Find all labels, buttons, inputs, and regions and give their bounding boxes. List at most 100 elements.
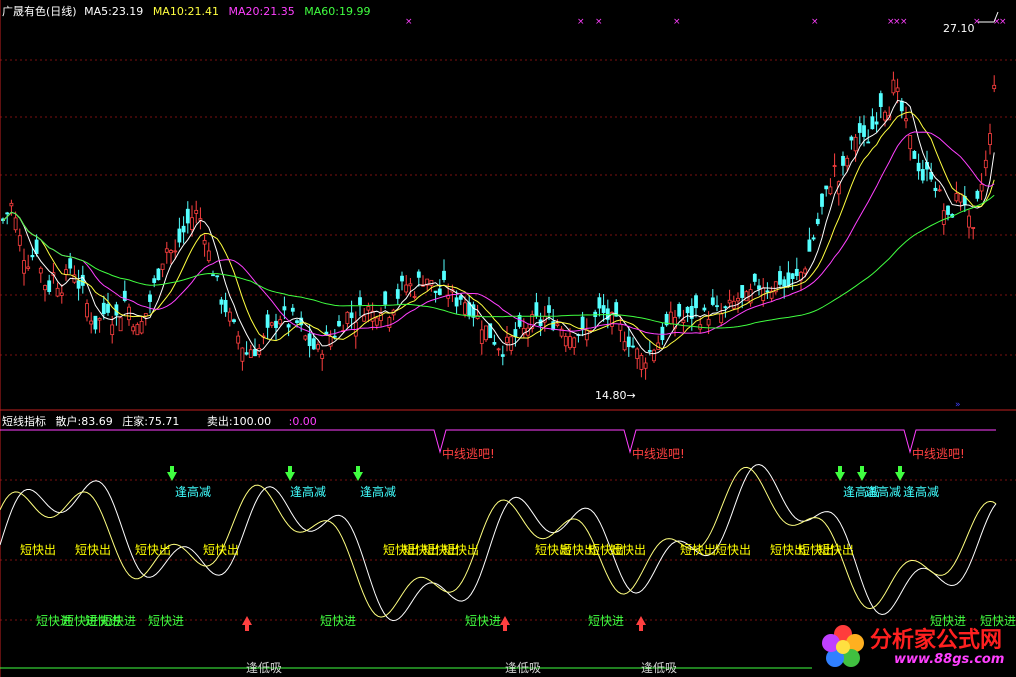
stock-chart[interactable]: × × × × × ×× × × ×× » — [0, 0, 1016, 677]
candle-body — [601, 305, 606, 313]
candle-body — [744, 291, 749, 302]
flower-logo-icon — [822, 625, 864, 667]
candle-body — [719, 313, 724, 324]
candle-body — [694, 295, 698, 309]
candle-body — [580, 316, 585, 331]
candle-body — [295, 320, 299, 323]
candle-body — [278, 319, 283, 325]
candle-body — [631, 345, 635, 348]
candle-body — [736, 297, 740, 302]
candle-body — [895, 87, 900, 93]
quick-out-signal: 短快出 — [75, 543, 112, 557]
candle-body — [555, 323, 560, 326]
escape-signal: 中线逃吧! — [632, 447, 685, 461]
candle-body — [706, 318, 711, 326]
candle-body — [93, 315, 98, 330]
candle-body — [891, 79, 896, 94]
quick-out-signal: 短快出 — [135, 543, 172, 557]
ma5-value: MA5:23.19 — [84, 5, 144, 18]
top-reduce-signal: 逢高减 — [865, 485, 902, 499]
candle-body — [227, 311, 232, 322]
quick-out-signal: 短快出 — [20, 543, 57, 557]
candle-body — [164, 248, 169, 253]
candle-body — [400, 275, 404, 282]
candle-body — [248, 349, 253, 358]
scroll-indicator-icon[interactable]: » — [955, 400, 961, 410]
candle-body — [727, 299, 732, 304]
candle-body — [883, 111, 887, 121]
candle-body — [307, 333, 312, 347]
candle-body — [509, 336, 514, 351]
candle-body — [143, 313, 148, 317]
high-price-label: 27.10 — [943, 22, 975, 35]
candle-body — [660, 326, 665, 341]
candlestick-series[interactable] — [1, 71, 997, 380]
candle-body — [43, 285, 47, 291]
down-arrow-icon — [353, 466, 363, 481]
candle-body — [68, 258, 73, 269]
candle-body — [160, 263, 165, 270]
candle-body — [765, 290, 770, 293]
candle-body — [38, 267, 43, 274]
candle-body — [156, 268, 161, 281]
candle-body — [807, 239, 812, 252]
candle-body — [979, 183, 984, 192]
candle-body — [824, 185, 829, 190]
candle-body — [572, 337, 577, 348]
candle-body — [832, 165, 837, 167]
candle-body — [139, 320, 144, 334]
candle-body — [685, 306, 690, 314]
quick-out-signal: 短快出 — [818, 543, 855, 557]
quick-in-signal: 短快进 — [100, 614, 137, 628]
candle-body — [967, 215, 971, 228]
candle-body — [517, 315, 522, 327]
zero-value: :0.00 — [288, 415, 317, 428]
candle-body — [320, 353, 325, 359]
candle-body — [786, 272, 791, 287]
candle-body — [17, 235, 22, 246]
ma5-line — [2, 99, 995, 355]
candle-body — [47, 280, 52, 292]
candle-body — [463, 302, 467, 315]
candle-body — [740, 285, 745, 298]
ma20-value: MA20:21.35 — [228, 5, 295, 18]
x-marker-icon: × — [577, 17, 585, 27]
candle-body — [652, 349, 656, 362]
candle-body — [820, 193, 824, 207]
candle-body — [9, 202, 14, 207]
candle-body — [790, 273, 795, 279]
ma10-line — [2, 111, 995, 350]
down-arrow-icon — [167, 466, 177, 481]
top-reduce-signal: 逢高减 — [903, 485, 940, 499]
candle-body — [916, 162, 921, 172]
candle-body — [668, 311, 673, 325]
candle-body — [702, 307, 707, 311]
candle-body — [975, 190, 980, 199]
up-arrow-icon — [242, 616, 252, 631]
candle-body — [479, 329, 484, 344]
quick-in-signal: 短快进 — [465, 614, 502, 628]
candle-body — [349, 312, 354, 319]
ma10-value: MA10:21.41 — [152, 5, 220, 18]
candle-body — [408, 283, 413, 287]
escape-signal: 中线逃吧! — [442, 447, 495, 461]
candle-body — [492, 342, 497, 345]
bottom-buy-signal: 逢低吸 — [641, 661, 678, 675]
candle-body — [618, 323, 623, 331]
candle-body — [177, 228, 182, 243]
candle-body — [534, 302, 539, 317]
candle-body — [337, 320, 341, 327]
x-marker-icon: × — [673, 17, 681, 27]
candle-body — [118, 317, 123, 332]
watermark: 分析家公式网 www.88gs.com — [818, 618, 1014, 674]
candle-body — [76, 280, 81, 289]
watermark-name: 分析家公式网 — [870, 628, 1003, 653]
candle-body — [568, 336, 572, 349]
top-reduce-signal: 逢高减 — [175, 485, 212, 499]
candle-body — [131, 326, 136, 332]
candle-body — [240, 347, 245, 362]
candle-body — [383, 291, 388, 305]
up-arrow-icon — [636, 616, 646, 631]
candle-body — [219, 299, 224, 305]
candle-body — [358, 297, 362, 306]
